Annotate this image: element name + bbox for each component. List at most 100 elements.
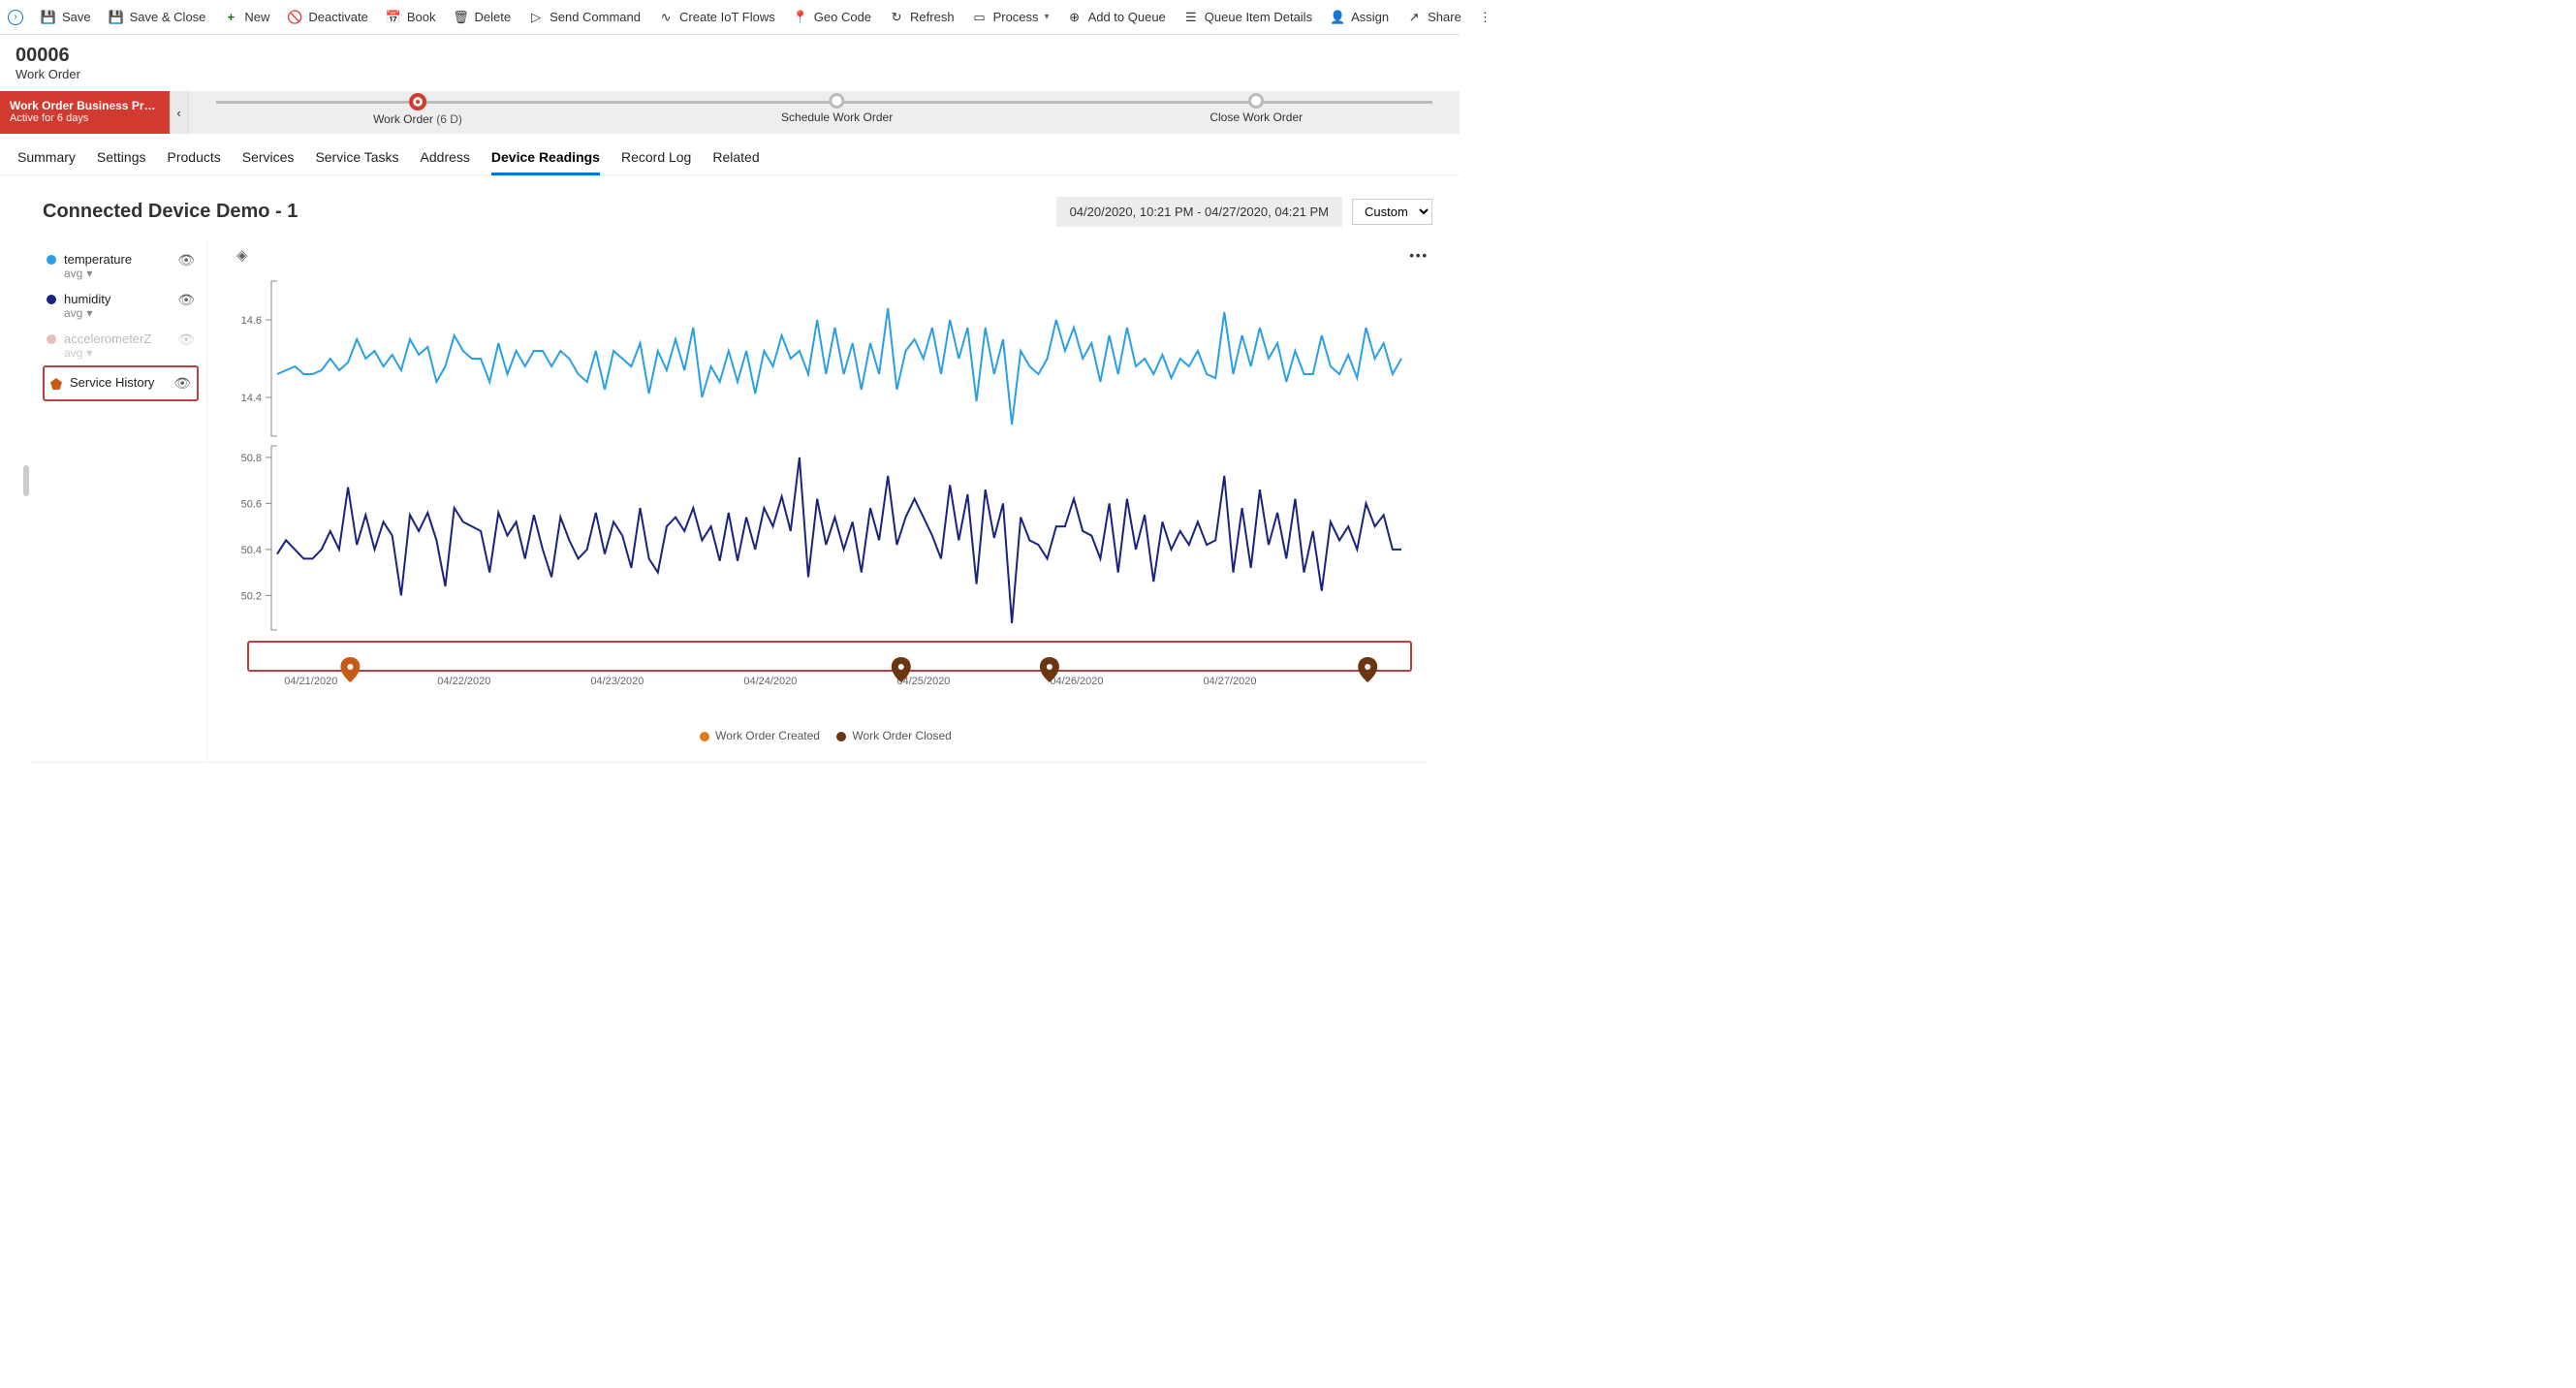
- created-swatch-icon: [700, 732, 709, 741]
- svg-text:04/24/2020: 04/24/2020: [743, 676, 797, 687]
- time-range-display[interactable]: 04/20/2020, 10:21 PM - 04/27/2020, 04:21…: [1056, 197, 1342, 227]
- tab-address[interactable]: Address: [421, 143, 470, 174]
- visibility-toggle[interactable]: 👁: [177, 331, 195, 348]
- send-icon: ▷: [528, 10, 544, 25]
- stage-label: Close Work Order: [1209, 110, 1303, 124]
- geo-code-label: Geo Code: [814, 10, 871, 24]
- process-stages: Work Order (6 D) Schedule Work Order Clo…: [189, 91, 1460, 134]
- legend-item-temperature[interactable]: temperature avg▾ 👁: [43, 246, 199, 286]
- legend-item-accelerometer[interactable]: accelerometerZ avg ▾ 👁: [43, 326, 199, 365]
- device-readings-section: Connected Device Demo - 1 04/20/2020, 10…: [0, 175, 1460, 762]
- tab-service-tasks[interactable]: Service Tasks: [315, 143, 398, 174]
- layers-icon: ◈: [236, 247, 248, 264]
- chevron-down-icon[interactable]: ▾: [86, 267, 92, 280]
- svg-text:14.6: 14.6: [241, 315, 262, 327]
- legend-agg: avg: [64, 267, 82, 280]
- svg-text:04/22/2020: 04/22/2020: [437, 676, 490, 687]
- tab-related[interactable]: Related: [712, 143, 759, 174]
- swatch-icon: [47, 255, 56, 265]
- chart-area: ◈ ••• 14.414.650.250.450.650.804/21/2020…: [207, 242, 1432, 762]
- refresh-button[interactable]: ↻Refresh: [889, 10, 955, 25]
- visibility-toggle[interactable]: 👁: [177, 292, 195, 308]
- overflow-button[interactable]: ⋮: [1479, 10, 1492, 25]
- flow-icon: ∿: [658, 10, 674, 25]
- page-title: 00006: [16, 45, 1444, 67]
- legend-agg: avg: [64, 346, 82, 360]
- timeseries-chart[interactable]: 14.414.650.250.450.650.804/21/202004/22/…: [231, 242, 1413, 717]
- send-command-label: Send Command: [550, 10, 641, 24]
- queue-item-details-label: Queue Item Details: [1205, 10, 1312, 24]
- save-close-button[interactable]: 💾Save & Close: [109, 10, 206, 25]
- tab-products[interactable]: Products: [168, 143, 221, 174]
- plus-icon: +: [223, 10, 238, 25]
- svg-text:04/23/2020: 04/23/2020: [590, 676, 644, 687]
- deactivate-button[interactable]: 🚫Deactivate: [287, 10, 367, 25]
- legend-name: Service History: [70, 375, 166, 390]
- record-tabs: Summary Settings Products Services Servi…: [0, 134, 1460, 175]
- swatch-icon: [47, 334, 56, 344]
- tab-settings[interactable]: Settings: [97, 143, 146, 174]
- refresh-label: Refresh: [910, 10, 955, 24]
- closed-label: Work Order Closed: [852, 729, 951, 742]
- chevron-down-icon[interactable]: ▾: [86, 306, 92, 320]
- legend-item-service-history[interactable]: Service History 👁: [43, 365, 199, 401]
- tab-services[interactable]: Services: [242, 143, 295, 174]
- stage-label: Work Order: [373, 112, 433, 126]
- legend-item-humidity[interactable]: humidity avg▾ 👁: [43, 286, 199, 326]
- svg-text:50.6: 50.6: [241, 498, 262, 510]
- new-button[interactable]: + New: [223, 10, 269, 25]
- process-button[interactable]: ▭Process▾: [972, 10, 1050, 25]
- new-label: New: [244, 10, 269, 24]
- process-collapse-button[interactable]: ‹: [170, 91, 189, 134]
- layers-button[interactable]: ◈: [236, 246, 248, 264]
- save-button[interactable]: 💾Save: [41, 10, 91, 25]
- geo-code-button[interactable]: 📍Geo Code: [793, 10, 871, 25]
- chart-more-button[interactable]: •••: [1409, 248, 1429, 263]
- send-command-button[interactable]: ▷ Send Command: [528, 10, 641, 25]
- device-title: Connected Device Demo - 1: [43, 201, 298, 223]
- delete-button[interactable]: 🗑Delete: [453, 10, 511, 25]
- stage-work-order[interactable]: Work Order (6 D): [373, 93, 462, 126]
- calendar-icon: 📅: [386, 10, 401, 25]
- time-range-preset[interactable]: Custom: [1352, 199, 1432, 225]
- deactivate-icon: 🚫: [287, 10, 302, 25]
- stage-close[interactable]: Close Work Order: [1209, 93, 1303, 124]
- book-button[interactable]: 📅Book: [386, 10, 436, 25]
- page-subtitle: Work Order: [16, 67, 1444, 81]
- created-label: Work Order Created: [715, 729, 820, 742]
- svg-text:14.4: 14.4: [241, 393, 262, 404]
- add-to-queue-button[interactable]: ⊕Add to Queue: [1067, 10, 1166, 25]
- queue-details-icon: ☰: [1183, 10, 1199, 25]
- legend-name: humidity: [64, 292, 170, 306]
- scroll-grip[interactable]: [23, 465, 29, 496]
- stage-label: Schedule Work Order: [781, 110, 893, 124]
- chevron-left-icon: ‹: [176, 106, 180, 120]
- assign-button[interactable]: 👤Assign: [1330, 10, 1389, 25]
- stage-schedule[interactable]: Schedule Work Order: [781, 93, 893, 124]
- visibility-toggle[interactable]: 👁: [177, 252, 195, 268]
- svg-text:04/27/2020: 04/27/2020: [1203, 676, 1256, 687]
- process-active-for: Active for 6 days: [10, 112, 160, 124]
- add-to-queue-label: Add to Queue: [1088, 10, 1166, 24]
- delete-label: Delete: [474, 10, 511, 24]
- svg-text:50.4: 50.4: [241, 545, 262, 556]
- back-button[interactable]: ›: [8, 10, 23, 25]
- process-name-block[interactable]: Work Order Business Pro... Active for 6 …: [0, 91, 170, 134]
- tab-summary[interactable]: Summary: [17, 143, 76, 174]
- create-iot-flows-label: Create IoT Flows: [679, 10, 775, 24]
- create-iot-flows-button[interactable]: ∿ Create IoT Flows: [658, 10, 775, 25]
- tab-device-readings[interactable]: Device Readings: [491, 143, 600, 174]
- page-header: 00006 Work Order: [0, 35, 1460, 91]
- chevron-down-icon[interactable]: ▾: [86, 346, 92, 360]
- legend-name: accelerometerZ: [64, 331, 170, 346]
- stage-duration: (6 D): [436, 112, 462, 126]
- more-icon: •••: [1409, 248, 1429, 263]
- section-divider: [31, 762, 1429, 763]
- queue-item-details-button[interactable]: ☰ Queue Item Details: [1183, 10, 1312, 25]
- tab-record-log[interactable]: Record Log: [621, 143, 691, 174]
- chart-legend-panel: temperature avg▾ 👁 humidity avg▾ 👁: [43, 242, 207, 762]
- save-label: Save: [62, 10, 91, 24]
- assign-label: Assign: [1351, 10, 1389, 24]
- share-button[interactable]: ↗Share: [1406, 10, 1461, 25]
- visibility-toggle[interactable]: 👁: [173, 375, 191, 392]
